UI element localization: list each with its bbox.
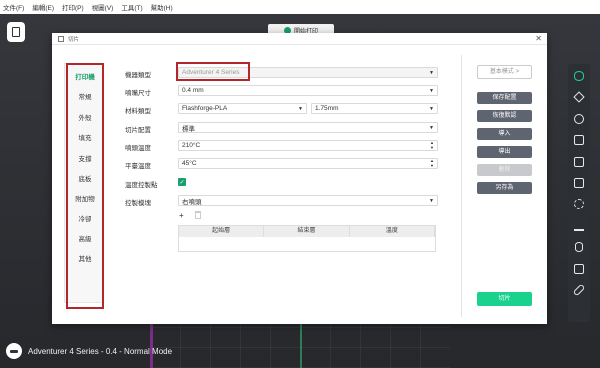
slice-dialog: 切片 ✕ 打印機 常規 外殼 填充 支撐 底板 附加物 冷卻 高級 其他 機器類… — [52, 33, 547, 324]
lay-flat-icon[interactable] — [571, 218, 587, 234]
nozzle-temp-input[interactable]: 210°C ▲ ▼ — [178, 140, 438, 151]
temp-control-label: 溫度控製點 — [125, 182, 158, 189]
menu-view[interactable]: 視圖(V) — [92, 2, 114, 12]
material-type-select[interactable]: Flashforge-PLA ▼ — [178, 103, 307, 114]
table-body — [179, 237, 435, 251]
category-infill[interactable]: 填充 — [68, 132, 102, 142]
menu-help[interactable]: 幫助(H) — [151, 2, 173, 12]
slice-config-value: 標準 — [182, 125, 195, 133]
chevron-down-icon: ▼ — [429, 88, 434, 94]
nozzle-size-label: 噴嘴尺寸 — [125, 90, 151, 97]
view-eye-icon[interactable] — [571, 68, 587, 84]
col-end-layer: 結束層 — [264, 226, 350, 237]
category-advanced[interactable]: 高級 — [68, 233, 102, 243]
dialog-header: 切片 ✕ — [52, 33, 547, 45]
machine-type-highlight — [176, 62, 250, 81]
delete-button: 刪除 — [477, 164, 532, 176]
model-icon[interactable] — [571, 196, 587, 212]
slice-button[interactable]: 切片 — [477, 292, 532, 306]
spinner-icon[interactable]: ▲ ▼ — [430, 158, 434, 168]
printer-logo-icon — [6, 343, 22, 359]
temp-control-checkbox[interactable]: ✓ — [178, 178, 186, 186]
file-list-icon[interactable] — [7, 22, 25, 42]
nozzle-size-select[interactable]: 0.4 mm ▼ — [178, 85, 438, 96]
export-button[interactable]: 導出 — [477, 146, 532, 158]
menu-file[interactable]: 文件(F) — [3, 2, 24, 12]
rotate-icon[interactable] — [571, 111, 587, 127]
dialog-title: 切片 — [68, 36, 80, 43]
axis-line-green — [300, 322, 302, 368]
material-type-label: 材料類型 — [125, 108, 151, 115]
col-temperature: 溫度 — [350, 226, 435, 237]
category-cooling[interactable]: 冷卻 — [68, 213, 102, 223]
basic-mode-button[interactable]: 基本模式 > — [477, 65, 532, 79]
settings-sliders-icon[interactable] — [571, 261, 587, 277]
spinner-icon[interactable]: ▲ ▼ — [430, 140, 434, 150]
category-printer[interactable]: 打印機 — [68, 71, 102, 81]
chevron-down-icon: ▼ — [429, 198, 434, 204]
chevron-down-icon: ▼ — [429, 70, 434, 76]
chevron-down-icon: ▼ — [298, 106, 303, 112]
menu-tools[interactable]: 工具(T) — [121, 2, 142, 12]
slice-config-select[interactable]: 標準 ▼ — [178, 122, 438, 133]
dialog-icon — [58, 35, 64, 42]
temp-table: 起始層 結束層 溫度 — [178, 225, 436, 252]
control-mode-label: 控製模塊 — [125, 200, 151, 207]
control-mode-select[interactable]: 右噴頭 ▼ — [178, 195, 438, 206]
category-shell[interactable]: 外殼 — [68, 112, 102, 122]
menubar: 文件(F) 編輯(E) 打印(P) 視圖(V) 工具(T) 幫助(H) — [0, 0, 600, 14]
machine-type-label: 機器類型 — [125, 72, 151, 79]
filament-diameter-value: 1.75mm — [315, 105, 339, 112]
cut-icon[interactable] — [571, 154, 587, 170]
move-icon[interactable] — [571, 89, 587, 105]
scale-icon[interactable] — [571, 132, 587, 148]
menu-print[interactable]: 打印(P) — [62, 2, 84, 12]
import-button[interactable]: 導入 — [477, 128, 532, 140]
add-support-icon[interactable] — [571, 175, 587, 191]
chevron-down-icon: ▼ — [429, 106, 434, 112]
col-start-layer: 起始層 — [179, 226, 265, 237]
divider — [461, 55, 462, 317]
trash-icon[interactable] — [195, 211, 201, 219]
cylinder-icon[interactable] — [571, 239, 587, 255]
status-text: Adventurer 4 Series - 0.4 - Normal Mode — [28, 346, 173, 356]
link-icon[interactable] — [571, 282, 587, 298]
category-additions[interactable]: 附加物 — [68, 193, 102, 203]
nozzle-temp-label: 噴頭溫度 — [125, 145, 151, 152]
bed-temp-input[interactable]: 45°C ▲ ▼ — [178, 158, 438, 169]
right-toolbar — [568, 64, 590, 322]
restore-default-button[interactable]: 恢復默認 — [477, 110, 532, 122]
category-other[interactable]: 其他 — [68, 253, 102, 263]
close-icon[interactable]: ✕ — [535, 34, 542, 43]
category-support[interactable]: 支撐 — [68, 153, 102, 163]
chevron-down-icon: ▼ — [429, 125, 434, 131]
category-raft[interactable]: 底板 — [68, 173, 102, 183]
nozzle-size-value: 0.4 mm — [182, 87, 204, 94]
control-mode-value: 右噴頭 — [182, 198, 202, 206]
slice-config-label: 切片配置 — [125, 127, 151, 134]
menu-edit[interactable]: 編輯(E) — [32, 2, 54, 12]
save-config-button[interactable]: 保存配置 — [477, 92, 532, 104]
status-bar: Adventurer 4 Series - 0.4 - Normal Mode — [6, 342, 172, 360]
table-header: 起始層 結束層 溫度 — [179, 226, 435, 237]
filament-diameter-select[interactable]: 1.75mm ▼ — [311, 103, 438, 114]
material-type-value: Flashforge-PLA — [182, 105, 228, 112]
nozzle-temp-value: 210°C — [182, 142, 201, 149]
add-row-icon[interactable]: + — [179, 211, 184, 220]
bed-temp-value: 45°C — [182, 160, 197, 167]
bed-temp-label: 平臺溫度 — [125, 163, 151, 170]
category-general[interactable]: 常規 — [68, 91, 102, 101]
save-as-button[interactable]: 另存為 — [477, 182, 532, 194]
